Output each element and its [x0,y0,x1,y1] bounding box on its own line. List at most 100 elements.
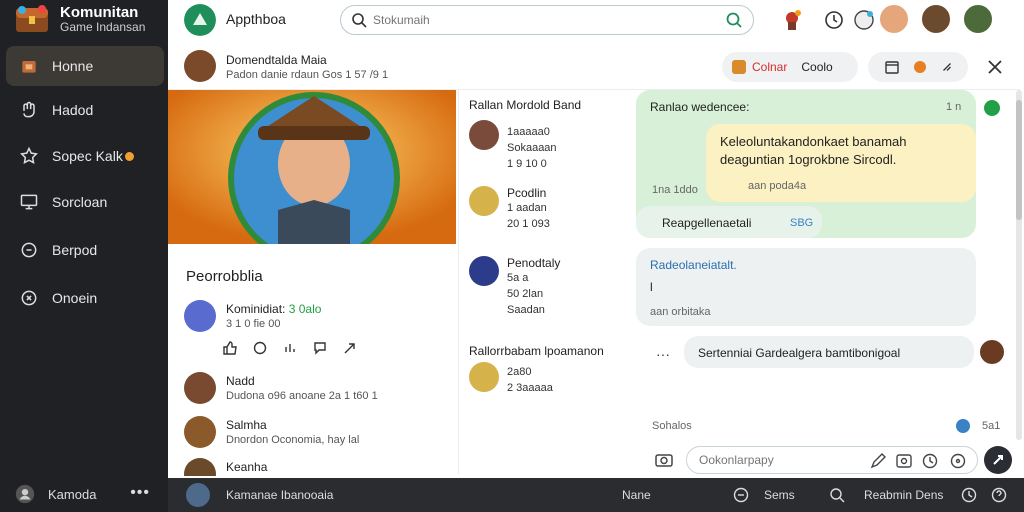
list-item-line: 2a80 [507,366,532,378]
avatar[interactable] [184,300,216,332]
character-notification-icon[interactable] [780,8,804,32]
pill-value: Coolo [801,60,833,74]
brand-subtitle: Game Indansan [60,20,146,34]
list-item-line: 1 9 10 0 [507,158,547,170]
conversation-header: Domendtalda Maia Padon danie rdaun Gos 1… [168,44,1020,90]
search-submit-icon[interactable] [725,11,743,29]
pencil-icon[interactable] [869,452,887,470]
avatar[interactable] [878,3,910,35]
sidebar-item-onoein[interactable]: Onoein [6,278,164,318]
bottom-bar-label[interactable]: Nane [622,488,651,502]
list-item-title: Rallan Mordold Band [469,98,582,112]
comment-icon[interactable] [312,340,328,356]
help-icon[interactable] [990,486,1008,504]
bottom-bar: Kamanae Ibanooaia Nane Sems Reabmin Dens [168,478,1024,512]
avatar[interactable] [184,458,216,476]
avatar[interactable] [962,3,994,35]
search-input[interactable] [373,11,703,29]
message-time: 1na 1ddo [652,184,698,196]
list-item-title: Penodtaly [507,256,561,270]
sidebar-item-label: Sopec Kalk [52,148,123,164]
clock-icon[interactable] [732,486,750,504]
sidebar-item-sopec-kalk[interactable]: Sopec Kalk [6,136,164,176]
list-item-line: 1aaaaa0 [507,126,550,138]
profile-name: Peorrobblia [186,268,263,285]
avatar[interactable] [469,362,499,392]
user-icon[interactable] [14,483,36,505]
member-list: Rallan Mordold Band 1aaaaa0 Sokaaaan 1 9… [458,90,634,474]
message-input[interactable] [699,452,859,468]
like-icon[interactable] [222,340,238,356]
feed-title: Nadd [226,374,255,388]
clock-icon[interactable] [822,8,846,32]
list-item-line: 50 2lan [507,288,544,300]
sidebar-item-hadod[interactable]: Hadod [6,90,164,130]
bottom-bar-item[interactable]: Sems [764,488,795,502]
emoji-icon[interactable] [949,452,967,470]
avatar[interactable] [980,340,1004,364]
clock-icon[interactable] [252,340,268,356]
search-icon[interactable] [828,486,846,504]
app-logo-icon[interactable] [184,4,216,36]
clock-icon[interactable] [921,452,939,470]
clock-icon[interactable] [960,486,978,504]
avatar[interactable] [469,186,499,216]
conversation-title: Domendtalda Maia [226,53,327,67]
list-item-line: Sokaaaan [507,142,557,154]
conversation-subtitle: Padon danie rdaun Gos 1 57 /9 1 [226,69,389,81]
message-text: l [650,280,653,294]
profile-banner [168,90,456,244]
brand[interactable]: Komunitan Game Indansan [10,2,166,38]
message-text: Sertenniai Gardealgera bamtibonigoal [698,346,901,360]
reaction-icon[interactable] [914,61,926,73]
chat-footer-label: Sohalos [652,420,692,432]
sidebar-item-home[interactable]: Honne [6,46,164,86]
close-icon[interactable] [984,56,1006,78]
avatar[interactable] [469,120,499,150]
avatar[interactable] [469,256,499,286]
sidebar-item-label: Berpod [52,242,98,258]
hand-icon [18,99,40,121]
treasure-chest-icon [16,5,48,32]
monitor-icon [18,191,40,213]
avatar[interactable] [184,50,216,82]
list-item-line: Saadan [507,304,545,316]
camera-icon[interactable] [654,450,674,470]
avatar[interactable] [184,416,216,448]
scrollbar-thumb[interactable] [1016,100,1022,220]
sidebar-item-label: Sorcloan [52,194,108,210]
avatar[interactable] [184,372,216,404]
image-icon[interactable] [895,452,913,470]
avatar[interactable] [920,3,952,35]
scrollbar[interactable] [1016,90,1022,440]
bottom-bar-item[interactable]: Reabmin Dens [864,488,943,502]
search-icon [352,13,367,28]
app-title: Appthboa [226,11,286,27]
message-note: aan orbitaka [650,306,711,318]
sidebar-item-berpod[interactable]: Berpod [6,230,164,270]
message-header: Radeolaneiatalt. [650,258,737,272]
calendar-icon[interactable] [884,59,900,75]
share-icon[interactable] [282,340,298,356]
avatar[interactable] [186,483,210,507]
sidebar-item-label: Hadod [52,102,94,118]
list-item[interactable]: Keanha [180,458,450,476]
status-pill[interactable]: Colnar Coolo [722,52,858,82]
flame-badge-icon [124,151,134,161]
send-button[interactable] [984,446,1012,474]
more-options-button[interactable]: ··· [656,346,670,362]
search-bar[interactable] [340,5,754,35]
pin-icon[interactable] [940,60,954,74]
message-composer[interactable] [686,446,978,474]
more-options-button[interactable]: ••• [130,484,150,502]
sidebar-footer-label: Kamoda [48,486,97,502]
notifications-icon[interactable] [852,8,876,32]
list-item-line: 2 3aaaaa [507,382,553,394]
sidebar: Komunitan Game Indansan Honne Hadod Sope… [0,0,168,512]
bottom-bar-user[interactable]: Kamanae Ibanooaia [226,488,333,502]
home-icon [18,55,40,77]
sidebar-item-sorcloan[interactable]: Sorcloan [6,182,164,222]
message-time: 1 n [946,101,962,113]
feed-subtitle: Dnordon Oconomia, hay lal [226,434,360,446]
forward-icon[interactable] [342,340,358,356]
